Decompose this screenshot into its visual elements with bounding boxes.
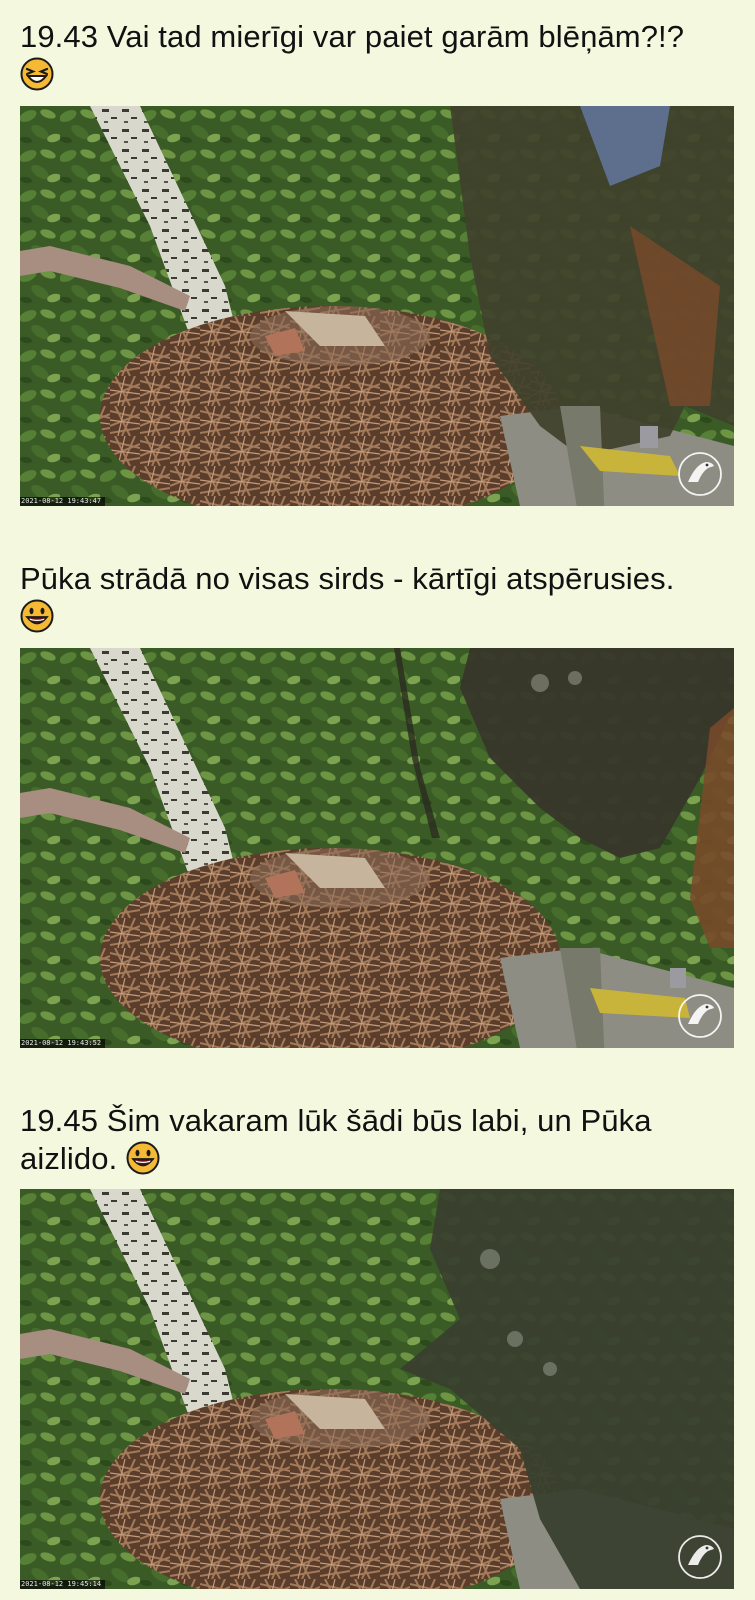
caption-text: Pūka strādā no visas sirds - kārtīgi ats… bbox=[20, 561, 675, 596]
photo-feed: 19.43 Vai tad mierīgi var paiet garām bl… bbox=[0, 0, 755, 1600]
grinning-squinting-face-icon bbox=[20, 57, 54, 91]
post-caption: 19.45 Šim vakaram lūk šādi būs labi, un … bbox=[20, 1102, 735, 1178]
caption-text: 19.45 Šim vakaram lūk šādi būs labi, un … bbox=[20, 1103, 652, 1176]
post-caption: 19.43 Vai tad mierīgi var paiet garām bl… bbox=[20, 18, 735, 91]
kingfisher-logo-icon bbox=[678, 994, 722, 1038]
nest-scene-image bbox=[20, 1189, 734, 1589]
video-timestamp: 2021-08-12 19:45:14 bbox=[20, 1580, 106, 1589]
nest-camera-photo-3[interactable]: 2021-08-12 19:45:14 bbox=[20, 1189, 734, 1589]
nest-camera-photo-2[interactable]: 2021-08-12 19:43:52 bbox=[20, 648, 734, 1048]
grinning-face-icon bbox=[126, 1141, 160, 1175]
post-1: 19.43 Vai tad mierīgi var paiet garām bl… bbox=[0, 18, 755, 91]
nest-scene-image bbox=[20, 106, 734, 506]
caption-text: 19.43 Vai tad mierīgi var paiet garām bl… bbox=[20, 19, 685, 54]
nest-camera-photo-1[interactable]: 2021-08-12 19:43:47 bbox=[20, 106, 734, 506]
video-timestamp: 2021-08-12 19:43:47 bbox=[20, 497, 106, 506]
post-2: Pūka strādā no visas sirds - kārtīgi ats… bbox=[0, 560, 755, 633]
post-caption: Pūka strādā no visas sirds - kārtīgi ats… bbox=[20, 560, 735, 633]
kingfisher-logo-icon bbox=[678, 1535, 722, 1579]
nest-scene-image bbox=[20, 648, 734, 1048]
post-3: 19.45 Šim vakaram lūk šādi būs labi, un … bbox=[0, 1102, 755, 1178]
grinning-face-icon bbox=[20, 599, 54, 633]
kingfisher-logo-icon bbox=[678, 452, 722, 496]
video-timestamp: 2021-08-12 19:43:52 bbox=[20, 1039, 106, 1048]
